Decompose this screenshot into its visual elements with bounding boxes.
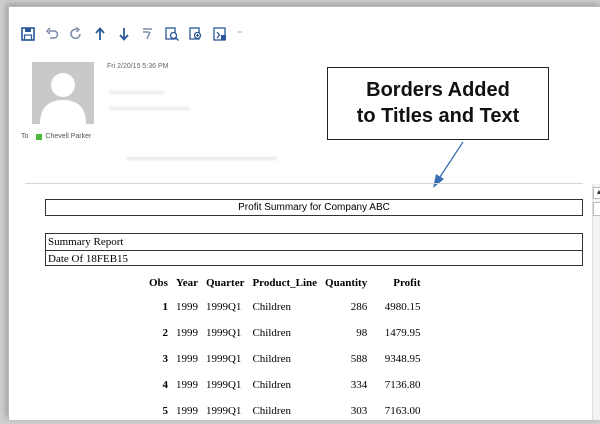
cell-quarter: 1999Q1 bbox=[205, 405, 242, 417]
vertical-scrollbar[interactable]: ▲ bbox=[592, 184, 600, 420]
table-row: 2 1999 1999Q1 Children 98 1479.95 bbox=[145, 320, 425, 346]
cell-obs: 3 bbox=[162, 353, 168, 365]
recipient-line: To Chevell Parker bbox=[21, 133, 91, 140]
table-header-row: Obs Year Quarter Product_Line Quantity P… bbox=[145, 272, 425, 294]
report-title: Profit Summary for Company ABC bbox=[45, 199, 583, 216]
column-header-year: Year bbox=[175, 277, 198, 289]
report-text-box: Summary Report Date Of 18FEB15 bbox=[45, 233, 583, 266]
recipient-name[interactable]: Chevell Parker bbox=[45, 133, 91, 140]
cell-profit: 7136.80 bbox=[384, 379, 421, 391]
cell-year: 1999 bbox=[175, 379, 198, 391]
cell-product-line: Children bbox=[252, 327, 291, 339]
down-arrow-icon[interactable] bbox=[115, 25, 133, 43]
table-row: 1 1999 1999Q1 Children 286 4980.15 bbox=[145, 294, 425, 320]
scroll-up-icon[interactable]: ▲ bbox=[593, 187, 600, 199]
cell-year: 1999 bbox=[175, 405, 198, 417]
report-table: Obs Year Quarter Product_Line Quantity P… bbox=[145, 272, 425, 424]
cell-obs: 1 bbox=[162, 301, 168, 313]
zoom-icon[interactable] bbox=[187, 25, 205, 43]
cell-quantity: 303 bbox=[350, 405, 368, 417]
blurred-sender bbox=[109, 91, 164, 94]
cell-obs: 2 bbox=[162, 327, 168, 339]
cell-quantity: 588 bbox=[350, 353, 368, 365]
column-header-quantity: Quantity bbox=[325, 277, 368, 289]
table-row: 4 1999 1999Q1 Children 334 7136.80 bbox=[145, 372, 425, 398]
column-header-profit: Profit bbox=[393, 277, 421, 289]
print-preview-icon[interactable] bbox=[211, 25, 229, 43]
cell-quarter: 1999Q1 bbox=[205, 353, 242, 365]
table-row: 3 1999 1999Q1 Children 588 9348.95 bbox=[145, 346, 425, 372]
cell-quarter: 1999Q1 bbox=[205, 379, 242, 391]
avatar bbox=[32, 62, 94, 124]
cell-year: 1999 bbox=[175, 327, 198, 339]
cell-quantity: 98 bbox=[356, 327, 368, 339]
cell-quantity: 334 bbox=[350, 379, 368, 391]
to-label: To bbox=[21, 133, 29, 140]
message-datetime: Fri 2/20/15 5:36 PM bbox=[107, 63, 169, 70]
cell-product-line: Children bbox=[252, 379, 291, 391]
redo-icon[interactable] bbox=[67, 25, 85, 43]
email-window: ⁼ Fri 2/20/15 5:36 PM To Chevell Parker … bbox=[8, 6, 600, 420]
cell-profit: 1479.95 bbox=[384, 327, 421, 339]
up-arrow-icon[interactable] bbox=[91, 25, 109, 43]
cell-year: 1999 bbox=[175, 301, 198, 313]
report-text-line: Summary Report bbox=[46, 234, 582, 251]
cell-year: 1999 bbox=[175, 353, 198, 365]
find-icon[interactable] bbox=[163, 25, 181, 43]
quick-access-toolbar: ⁼ bbox=[19, 24, 242, 44]
scroll-thumb[interactable] bbox=[593, 202, 600, 216]
callout-line-2: to Titles and Text bbox=[356, 105, 520, 127]
cell-obs: 4 bbox=[162, 379, 168, 391]
cell-profit: 9348.95 bbox=[384, 353, 421, 365]
cell-profit: 4980.15 bbox=[384, 301, 421, 313]
format-painter-icon[interactable] bbox=[139, 25, 157, 43]
presence-icon bbox=[36, 133, 43, 140]
report-body: Profit Summary for Company ABC Summary R… bbox=[25, 187, 585, 420]
blurred-body bbox=[127, 157, 277, 160]
cell-quarter: 1999Q1 bbox=[205, 327, 242, 339]
cell-product-line: Children bbox=[252, 405, 291, 417]
cell-product-line: Children bbox=[252, 301, 291, 313]
undo-icon[interactable] bbox=[43, 25, 61, 43]
cell-obs: 5 bbox=[162, 405, 168, 417]
cell-quantity: 286 bbox=[350, 301, 368, 313]
report-text-line: Date Of 18FEB15 bbox=[48, 253, 129, 265]
cell-profit: 7163.00 bbox=[384, 405, 421, 417]
column-header-quarter: Quarter bbox=[205, 277, 245, 289]
blurred-subject bbox=[109, 107, 189, 110]
column-header-product-line: Product_Line bbox=[252, 277, 318, 289]
customize-toolbar-icon[interactable]: ⁼ bbox=[237, 29, 242, 40]
cell-quarter: 1999Q1 bbox=[205, 301, 242, 313]
table-row: 5 1999 1999Q1 Children 303 7163.00 bbox=[145, 398, 425, 424]
annotation-callout: Borders Added to Titles and Text bbox=[327, 67, 549, 140]
header-divider bbox=[25, 183, 583, 184]
cell-product-line: Children bbox=[252, 353, 291, 365]
save-icon[interactable] bbox=[19, 25, 37, 43]
column-header-obs: Obs bbox=[149, 277, 168, 289]
callout-line-1: Borders Added bbox=[366, 79, 510, 101]
